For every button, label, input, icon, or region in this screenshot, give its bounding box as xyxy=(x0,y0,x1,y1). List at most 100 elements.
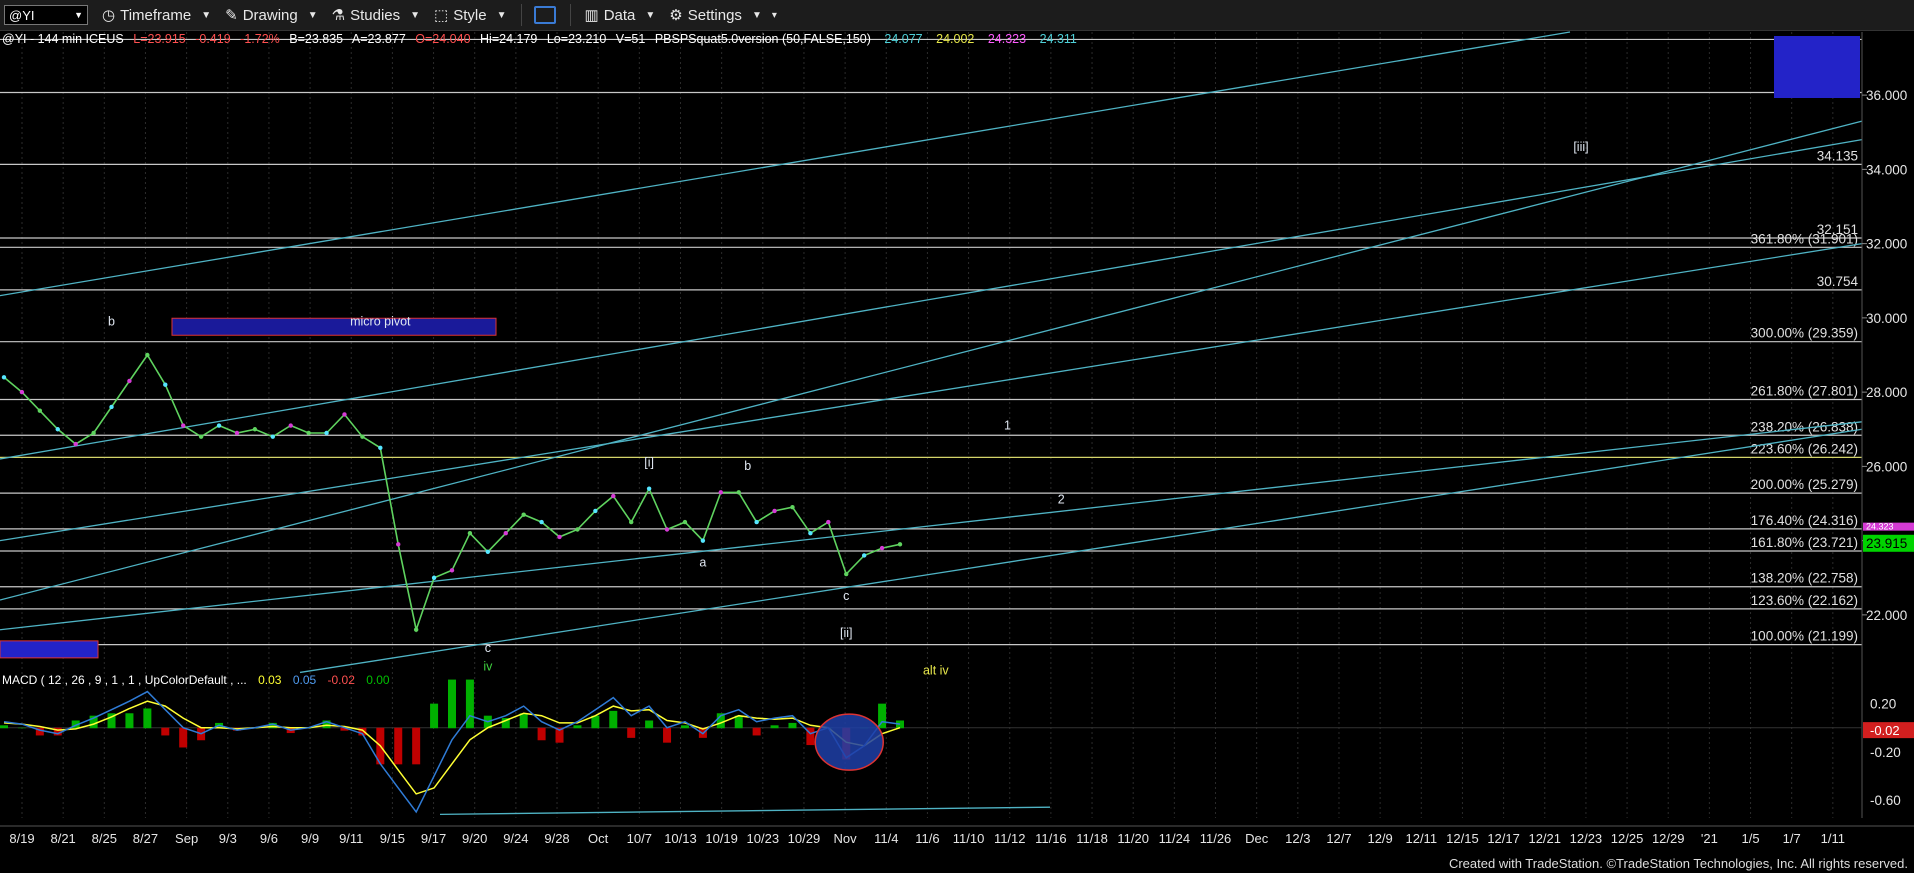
settings-button[interactable]: ⚙ Settings ▼ xyxy=(669,6,762,25)
timeframe-button[interactable]: ◷ Timeframe ▼ xyxy=(102,6,212,25)
x-tick-label: 11/16 xyxy=(1035,831,1067,846)
price-chart[interactable]: 36.07134.13532.151361.80% (31.901)30.754… xyxy=(0,0,1914,873)
studies-button[interactable]: ⚗ Studies ▼ xyxy=(332,6,421,25)
x-tick-label: 8/27 xyxy=(133,831,158,846)
x-tick-label: 10/13 xyxy=(664,831,697,846)
chart-header: @YI - 144 min ICEUS L=23.915 -0.419 -1.7… xyxy=(2,32,1077,687)
x-tick-label: 12/3 xyxy=(1285,831,1310,846)
toolbar-divider xyxy=(569,4,571,26)
price-point xyxy=(897,542,903,547)
fib-level-label: 361.80% (31.901) xyxy=(1751,231,1858,246)
x-tick-label: 11/20 xyxy=(1117,831,1149,846)
symbol-value: @YI xyxy=(9,7,35,23)
fib-level-label: 34.135 xyxy=(1817,148,1858,163)
macd-histogram-bar xyxy=(519,713,528,729)
x-tick-label: Oct xyxy=(588,831,609,846)
x-tick-label: 12/15 xyxy=(1446,831,1479,846)
wave-label: [i] xyxy=(644,455,654,469)
wave-label: alt iv xyxy=(923,663,949,677)
x-tick-label: 9/3 xyxy=(219,831,237,846)
x-tick-label: 11/26 xyxy=(1200,831,1232,846)
x-tick-label: 9/28 xyxy=(544,831,569,846)
macd-histogram-bar xyxy=(412,727,421,765)
price-point xyxy=(234,430,240,436)
x-tick-label: 1/7 xyxy=(1783,831,1801,846)
copyright-footer: Created with TradeStation. ©TradeStation… xyxy=(1448,856,1908,871)
macd-histogram-bar xyxy=(394,727,403,765)
macd-panel: 0.20 -0.20 -0.60 -0.02 xyxy=(0,679,1914,816)
x-tick-label: 10/19 xyxy=(705,831,738,846)
fib-level-label: 30.754 xyxy=(1817,274,1859,289)
macd-histogram-bar xyxy=(179,727,188,748)
data-button[interactable]: ▥ Data ▼ xyxy=(584,6,656,25)
vertical-grid xyxy=(21,32,1834,818)
price-point xyxy=(503,531,508,536)
chevron-down-icon: ▼ xyxy=(74,10,83,20)
wave-label: [ii] xyxy=(840,626,853,640)
y-tick-label: 36.000 xyxy=(1866,88,1907,103)
price-point xyxy=(181,423,186,428)
y-tick-label: 28.000 xyxy=(1866,385,1907,400)
wave-label: c xyxy=(485,641,491,655)
chevron-down-icon: ▼ xyxy=(496,9,507,21)
data-label: Data xyxy=(603,6,636,24)
macd-last-label: -0.02 xyxy=(1870,723,1900,738)
price-point xyxy=(360,434,365,439)
trend-channel-line xyxy=(0,242,1863,542)
style-button[interactable]: ⬚ Style ▼ xyxy=(434,6,507,25)
y-tick-label: 22.000 xyxy=(1866,608,1907,623)
symbol-selector[interactable]: @YI ▼ xyxy=(4,5,88,25)
price-point xyxy=(288,423,293,428)
x-tick-label: 9/15 xyxy=(380,831,405,846)
chevron-down-icon: ▼ xyxy=(201,9,212,21)
x-tick-label: 12/9 xyxy=(1367,831,1392,846)
price-line xyxy=(3,353,901,633)
price-point xyxy=(790,505,795,510)
x-tick-label: 10/7 xyxy=(627,831,652,846)
x-tick-label: 9/11 xyxy=(339,831,363,846)
chevron-down-icon: ▼ xyxy=(410,9,421,21)
x-tick-label: 8/21 xyxy=(50,831,75,846)
support-box xyxy=(0,640,99,659)
style-label: Style xyxy=(453,6,487,24)
x-tick-label: 12/23 xyxy=(1570,831,1603,846)
price-point xyxy=(109,404,114,410)
macd-legend: MACD ( 12 , 26 , 9 , 1 , 1 , UpColorDefa… xyxy=(2,673,390,687)
x-tick-label: Sep xyxy=(175,831,198,846)
y-tick-label: 26.000 xyxy=(1866,459,1907,474)
layout-icon[interactable] xyxy=(533,6,556,24)
macd-histogram-bar xyxy=(680,725,689,729)
macd-histogram-bar xyxy=(609,710,618,729)
style-icon: ⬚ xyxy=(434,7,449,24)
wave-label: b xyxy=(108,314,115,328)
price-point xyxy=(736,490,741,495)
price-point xyxy=(198,434,204,439)
gear-icon: ⚙ xyxy=(669,7,683,24)
macd-histogram-bar xyxy=(752,727,761,736)
price-point xyxy=(557,534,562,540)
wave-label: [iii] xyxy=(1573,140,1588,154)
fib-level-label: 200.00% (25.279) xyxy=(1751,477,1858,492)
price-point xyxy=(682,519,688,525)
wave-label: 1 xyxy=(1004,418,1011,432)
macd-tick-label: 0.20 xyxy=(1870,697,1896,712)
x-tick-label: 11/24 xyxy=(1159,831,1191,846)
drawing-button[interactable]: ✎ Drawing ▼ xyxy=(225,6,318,25)
wave-label: a xyxy=(699,556,706,570)
toolbar-divider xyxy=(520,4,522,26)
overflow-icon[interactable]: ▾ xyxy=(772,10,777,21)
price-point xyxy=(449,568,455,573)
fib-level-label: 261.80% (27.801) xyxy=(1751,384,1858,399)
price-point xyxy=(37,408,43,413)
x-tick-label: 12/11 xyxy=(1405,831,1437,846)
x-tick-label: 9/6 xyxy=(260,831,278,846)
x-tick-label: 11/6 xyxy=(915,831,939,846)
macd-histogram-bar xyxy=(0,725,8,729)
x-tick-label: 9/24 xyxy=(503,831,528,846)
x-tick-label: 10/29 xyxy=(788,831,821,846)
price-point xyxy=(826,519,831,525)
price-point xyxy=(772,508,777,514)
x-tick-label: Nov xyxy=(834,831,858,846)
macd-trendline xyxy=(439,806,1051,816)
bar-chart-icon: ▥ xyxy=(584,7,599,24)
